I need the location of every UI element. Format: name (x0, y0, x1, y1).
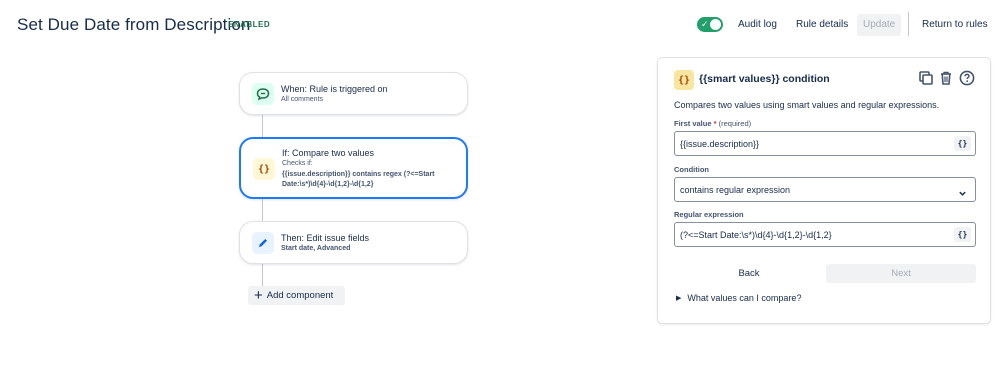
return-to-rules-button[interactable]: Return to rules (916, 14, 994, 36)
chevron-right-icon: ▶ (676, 295, 682, 302)
flow-connector (262, 264, 263, 286)
pencil-icon (252, 232, 274, 254)
condition-detail: {{issue.description}} contains regex (?<… (282, 171, 435, 188)
what-values-label: What values can I compare? (687, 293, 802, 303)
header-divider (908, 12, 909, 36)
condition-title: If: Compare two values (282, 148, 375, 158)
required-text: (required) (718, 119, 752, 128)
regex-input[interactable]: (?<=Start Date:\s*)\d{4}-\d{1,2}-\d{1,2}… (674, 222, 976, 247)
rule-title: Set Due Date from Description (17, 15, 251, 34)
condition-config-panel: {} {{smart values}} condition Compares t… (657, 57, 991, 324)
help-icon[interactable] (959, 70, 975, 86)
condition-card[interactable]: {} If: Compare two values Checks if: {{i… (239, 137, 468, 199)
update-button[interactable]: Update (857, 14, 902, 36)
comment-icon (252, 83, 274, 105)
rule-details-button[interactable]: Rule details (790, 14, 854, 36)
duplicate-icon[interactable] (918, 70, 934, 86)
trigger-title: When: Rule is triggered on (281, 84, 388, 94)
back-button[interactable]: Back (674, 264, 824, 283)
condition-subtitle: Checks if: (282, 160, 313, 167)
action-title: Then: Edit issue fields (281, 233, 370, 243)
delete-icon[interactable] (938, 70, 954, 86)
braces-glyph: {} (677, 74, 691, 86)
toggle-knob (710, 19, 721, 30)
smart-value-button[interactable]: {} (954, 136, 971, 151)
first-value-label: First value * (required) (674, 119, 751, 128)
braces-icon: {} (674, 70, 694, 90)
first-value-text: {{issue.description}} (680, 139, 760, 149)
next-button[interactable]: Next (826, 264, 976, 283)
required-mark: * (713, 119, 717, 128)
first-value-input[interactable]: {{issue.description}} {} (674, 131, 976, 156)
smart-value-button[interactable]: {} (954, 227, 971, 242)
condition-label: Condition (674, 165, 709, 174)
condition-select[interactable]: contains regular expression (674, 177, 976, 202)
action-card[interactable]: Then: Edit issue fields Start date, Adva… (239, 221, 468, 264)
trigger-card[interactable]: When: Rule is triggered on All comments (239, 72, 468, 115)
panel-description: Compares two values using smart values a… (674, 100, 940, 110)
what-values-expander[interactable]: ▶ What values can I compare? (676, 293, 801, 303)
audit-log-button[interactable]: Audit log (732, 14, 783, 36)
trigger-subtitle: All comments (281, 96, 324, 103)
status-badge: ENABLED (228, 20, 271, 29)
check-icon: ✓ (701, 19, 709, 29)
add-component-label: Add component (266, 290, 334, 301)
panel-title: {{smart values}} condition (699, 73, 830, 85)
first-value-label-text: First value (674, 119, 712, 128)
plus-icon: + (254, 287, 263, 304)
braces-icon: {} (253, 158, 275, 180)
flow-connector (262, 115, 263, 137)
flow-connector (262, 199, 263, 221)
add-component-button[interactable]: + Add component (248, 286, 345, 305)
action-subtitle: Start date, Advanced (281, 245, 351, 252)
regex-label: Regular expression (674, 210, 744, 219)
rule-enabled-toggle[interactable]: ✓ (697, 17, 723, 32)
condition-select-value: contains regular expression (680, 185, 791, 195)
regex-text: (?<=Start Date:\s*)\d{4}-\d{1,2}-\d{1,2} (680, 230, 832, 240)
chevron-down-icon (958, 185, 967, 203)
